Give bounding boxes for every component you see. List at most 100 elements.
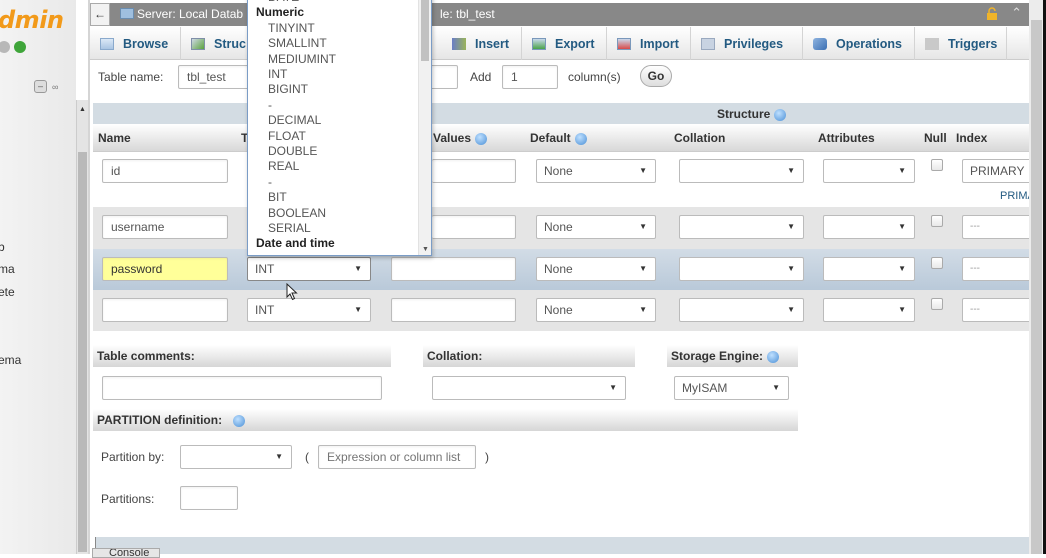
dropdown-option[interactable]: REAL — [268, 159, 299, 174]
dropdown-option[interactable]: BIT — [268, 190, 287, 205]
column-name-input[interactable] — [102, 298, 228, 322]
column-index-select[interactable]: --- — [962, 257, 1032, 281]
column-collation-select[interactable]: ▼ — [679, 159, 804, 183]
collapse-top-icon[interactable]: ⌃ — [1011, 5, 1022, 21]
dropdown-option[interactable]: MEDIUMINT — [268, 52, 336, 67]
dropdown-option[interactable]: DOUBLE — [268, 144, 317, 159]
partitions-input[interactable] — [180, 486, 238, 510]
column-values-input[interactable] — [432, 159, 516, 183]
dropdown-option[interactable]: INT — [268, 67, 287, 82]
tab-insert[interactable]: Insert — [442, 27, 522, 60]
dropdown-option[interactable]: BOOLEAN — [268, 206, 326, 221]
column-values-input[interactable] — [391, 298, 516, 322]
dropdown-option[interactable]: DATE — [268, 0, 299, 5]
reload-icon[interactable] — [14, 41, 26, 53]
column-index-select[interactable]: --- — [962, 215, 1032, 239]
logo: dmin — [0, 6, 64, 34]
dropdown-scrollbar[interactable]: ▼ — [418, 0, 431, 255]
dropdown-group-label: Date and time — [256, 236, 335, 251]
column-default-select[interactable]: None ▼ — [536, 215, 656, 239]
tab-privileges[interactable]: Privileges — [691, 27, 803, 60]
column-default-select[interactable]: None ▼ — [536, 257, 656, 281]
link-icon[interactable]: ∞ — [52, 82, 58, 92]
header-default: Default — [530, 131, 587, 145]
help-icon[interactable] — [767, 350, 780, 363]
partition-by-select[interactable]: ▼ — [180, 445, 292, 469]
column-default-select[interactable]: None ▼ — [536, 159, 656, 183]
page-scrollbar[interactable] — [1029, 0, 1046, 554]
go-button[interactable]: Go — [640, 65, 672, 87]
scroll-down-icon[interactable]: ▼ — [422, 246, 429, 253]
scroll-up-icon[interactable]: ▲ — [79, 106, 86, 113]
dropdown-scrollbar-thumb[interactable] — [421, 0, 429, 61]
dropdown-option[interactable]: SERIAL — [268, 221, 311, 236]
column-name-input[interactable]: password — [102, 257, 228, 281]
panel-divider[interactable] — [88, 0, 90, 554]
breadcrumb-table[interactable]: le: tbl_test — [440, 7, 495, 21]
column-type-select[interactable]: INT ▼ — [247, 298, 371, 322]
storage-engine-select[interactable]: MyISAM ▼ — [674, 376, 789, 400]
column-collation-select[interactable]: ▼ — [679, 298, 804, 322]
column-attributes-select[interactable]: ▼ — [823, 298, 915, 322]
column-null-checkbox[interactable] — [931, 298, 943, 310]
tab-triggers[interactable]: Triggers — [915, 27, 1007, 60]
dropdown-option[interactable]: - — [268, 175, 272, 190]
tab-operations[interactable]: Operations — [803, 27, 915, 60]
help-icon[interactable] — [774, 108, 787, 121]
back-button[interactable]: ← — [90, 3, 110, 26]
column-name-input[interactable]: id — [102, 159, 228, 183]
nav-item[interactable]: ete — [0, 285, 15, 299]
type-dropdown-list[interactable]: DATENumericTINYINTSMALLINTMEDIUMINTINTBI… — [247, 0, 432, 256]
nav-scrollbar-thumb[interactable] — [78, 152, 87, 552]
help-icon[interactable] — [574, 132, 587, 145]
console-tab[interactable]: Console — [92, 548, 160, 558]
tab-import[interactable]: Import — [607, 27, 691, 60]
table-name-input-tail[interactable] — [430, 65, 458, 89]
help-icon[interactable] — [475, 132, 488, 145]
column-index-select[interactable]: PRIMARY — [962, 159, 1032, 183]
nav-item[interactable]: ema — [0, 353, 21, 367]
table-name-input[interactable]: tbl_test — [178, 65, 258, 89]
mouse-cursor-icon — [286, 283, 298, 301]
tab-export[interactable]: Export — [522, 27, 607, 60]
column-name-input[interactable]: username — [102, 215, 228, 239]
add-columns-count-input[interactable]: 1 — [502, 65, 558, 89]
column-collation-select[interactable]: ▼ — [679, 257, 804, 281]
page-scrollbar-thumb[interactable] — [1031, 20, 1042, 554]
nav-scrollbar[interactable]: ▲ — [76, 100, 88, 554]
table-row: INT ▼ None ▼ ▼ ▼ --- — [93, 290, 1032, 331]
settings-icon[interactable] — [0, 41, 10, 53]
dropdown-option[interactable]: TINYINT — [268, 21, 315, 36]
header-null: Null — [924, 131, 947, 145]
column-type-select[interactable]: INT ▼ — [247, 257, 371, 281]
column-values-input[interactable] — [432, 215, 516, 239]
partition-expression-input[interactable] — [318, 445, 476, 469]
breadcrumb-server[interactable]: Server: Local Datab — [137, 7, 243, 21]
tab-structure[interactable]: Struc — [181, 27, 249, 60]
table-comments-input[interactable] — [102, 376, 382, 400]
column-collation-select[interactable]: ▼ — [679, 215, 804, 239]
collapse-all-icon[interactable]: – — [34, 80, 47, 93]
table-collation-select[interactable]: ▼ — [432, 376, 626, 400]
help-icon[interactable] — [232, 414, 245, 427]
dropdown-option[interactable]: DECIMAL — [268, 113, 321, 128]
column-index-select[interactable]: --- — [962, 298, 1032, 322]
structure-title: Structure — [717, 107, 787, 121]
dropdown-option[interactable]: BIGINT — [268, 82, 308, 97]
column-null-checkbox[interactable] — [931, 257, 943, 269]
dropdown-option[interactable]: FLOAT — [268, 129, 306, 144]
column-default-select[interactable]: None ▼ — [536, 298, 656, 322]
column-null-checkbox[interactable] — [931, 159, 943, 171]
tab-browse[interactable]: Browse — [90, 27, 181, 60]
column-attributes-select[interactable]: ▼ — [823, 159, 915, 183]
column-attributes-select[interactable]: ▼ — [823, 257, 915, 281]
partitions-label: Partitions: — [101, 492, 155, 506]
lock-icon[interactable] — [986, 7, 998, 20]
column-null-checkbox[interactable] — [931, 215, 943, 227]
dropdown-option[interactable]: SMALLINT — [268, 36, 327, 51]
nav-item[interactable]: ma — [0, 262, 15, 276]
column-values-input[interactable] — [391, 257, 516, 281]
dropdown-option[interactable]: - — [268, 98, 272, 113]
column-attributes-select[interactable]: ▼ — [823, 215, 915, 239]
nav-item[interactable]: b — [0, 240, 5, 254]
